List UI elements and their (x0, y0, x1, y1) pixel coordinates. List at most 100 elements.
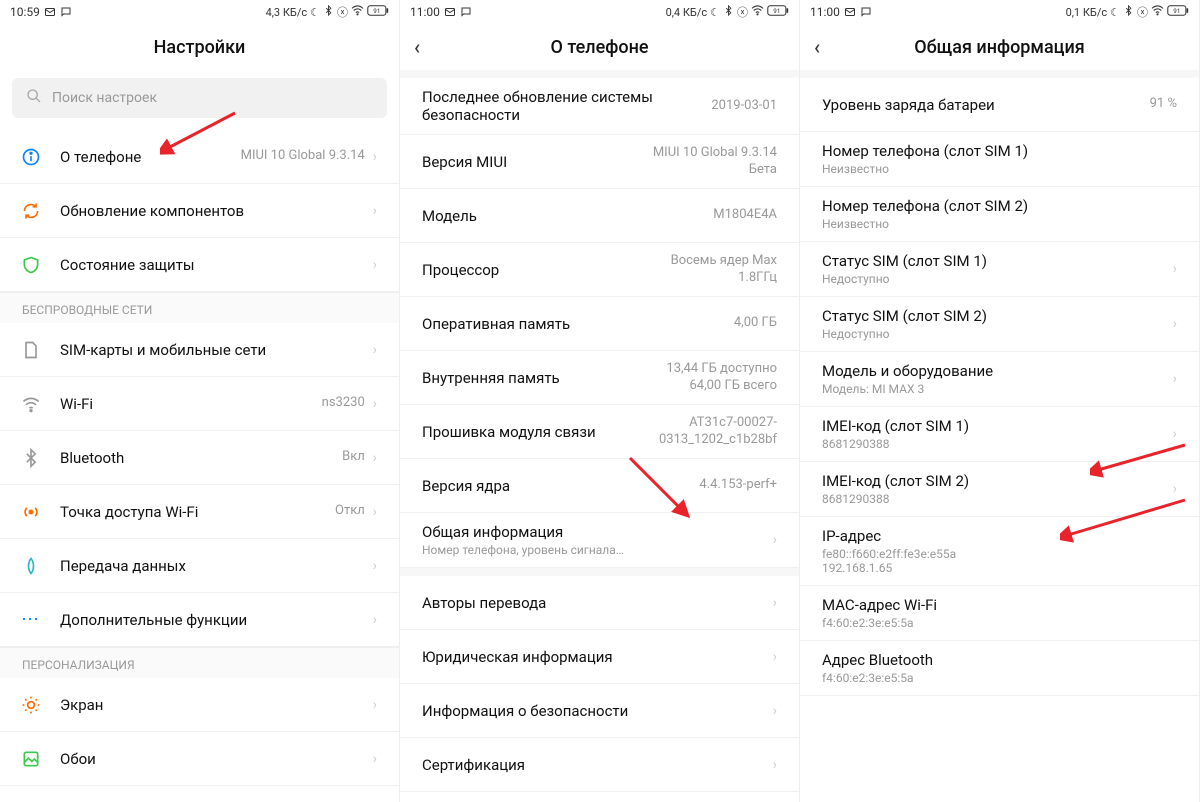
list-row[interactable]: Уровень заряда батареи91 % (800, 78, 1199, 132)
list-row[interactable]: Последнее обновление системы безопасност… (400, 78, 799, 135)
status-bar: 11:00 0,1 КБ/с ☾ ⓧ 91 (800, 0, 1199, 24)
search-input[interactable]: Поиск настроек (12, 78, 387, 118)
list-row[interactable]: Прошивка модуля связиAT31c7-00027- 0313_… (400, 405, 799, 459)
row-value: Восемь ядер Мах 1.8ГГц (671, 253, 777, 287)
screen-about: 11:00 0,4 КБ/с ☾ ⓧ 91 ‹ О телефоне После… (400, 0, 800, 802)
mute-icon: ⓧ (1137, 4, 1148, 20)
row-sub: Недоступно (822, 272, 1165, 286)
header: Настройки (0, 24, 399, 70)
row-label: Версия MIUI (422, 153, 653, 171)
list-row[interactable]: Статус SIM (слот SIM 2) Недоступно › (800, 297, 1199, 352)
row-more[interactable]: ⋯ Дополнительные функции › (0, 593, 399, 647)
row-label: IMEI-код (слот SIM 1) (822, 417, 1165, 435)
row-themes[interactable]: Темы › (0, 786, 399, 802)
list-row[interactable]: MAC-адрес Wi-Fi f4:60:e2:3e:e5:5a (800, 586, 1199, 641)
header: ‹ Общая информация (800, 24, 1199, 70)
list-row[interactable]: IMEI-код (слот SIM 1)8681290388› (800, 407, 1199, 462)
msg-icon (860, 6, 872, 18)
list-row[interactable]: Статус SIM (слот SIM 1)Недоступно› (800, 242, 1199, 297)
chevron-right-icon: › (773, 595, 777, 611)
list-row[interactable]: Общая информацияНомер телефона, уровень … (400, 513, 799, 568)
chevron-right-icon: › (1173, 316, 1177, 332)
row-sub: Недоступно (822, 327, 1165, 341)
row-label: Версия ядра (422, 477, 699, 495)
list-row[interactable]: Адрес Bluetoothf4:60:e2:3e:e5:5a (800, 641, 1199, 696)
row-sub: f4:60:e2:3e:e5:5a (822, 616, 1177, 630)
row-value: 4,00 ГБ (734, 315, 777, 332)
screen-general-info: 11:00 0,1 КБ/с ☾ ⓧ 91 ‹ Общая информация… (800, 0, 1200, 802)
status-rate: 4,3 КБ/с (266, 6, 308, 19)
row-label: MAC-адрес Wi-Fi (822, 596, 1177, 614)
list-row[interactable]: Версия MIUIMIUI 10 Global 9.3.14 Бета (400, 135, 799, 189)
msg-icon (460, 6, 472, 18)
list-row[interactable]: Версия ядра4.4.153-perf+ (400, 459, 799, 513)
wifi-icon (351, 4, 364, 20)
screen-settings: 10:59 4,3 КБ/с ☾ ⓧ 91 Настройки Поиск на… (0, 0, 400, 802)
row-label: Юридическая информация (422, 648, 765, 666)
list-row[interactable]: Информация о безопасности› (400, 684, 799, 738)
chevron-right-icon: › (1173, 481, 1177, 497)
wifi-icon (20, 393, 42, 415)
chevron-right-icon: › (373, 342, 377, 358)
back-button[interactable]: ‹ (814, 35, 820, 59)
chevron-right-icon: › (1173, 261, 1177, 277)
back-button[interactable]: ‹ (414, 35, 420, 59)
list-row[interactable]: Номер телефона (слот SIM 2)Неизвестно (800, 187, 1199, 242)
row-about-phone[interactable]: О телефоне MIUI 10 Global 9.3.14 › (0, 130, 399, 184)
list-row[interactable]: IP-адресfe80::f660:e2ff:fe3e:e55a 192.16… (800, 517, 1199, 586)
battery-icon: 91 (767, 5, 789, 19)
status-time: 11:00 (810, 5, 840, 19)
list-row[interactable]: IMEI-код (слот SIM 2)8681290388› (800, 462, 1199, 517)
chevron-right-icon: › (1173, 426, 1177, 442)
row-bluetooth[interactable]: Bluetooth Вкл › (0, 431, 399, 485)
row-label: Статус SIM (слот SIM 2) (822, 307, 1165, 325)
list-row[interactable]: Сертификация› (400, 738, 799, 792)
row-label: Wi-Fi (60, 395, 322, 413)
bt-icon (1123, 5, 1134, 19)
wifi-icon (1151, 4, 1164, 20)
row-update[interactable]: Обновление компонентов › (0, 184, 399, 238)
row-hotspot[interactable]: Точка доступа Wi-Fi Откл › (0, 485, 399, 539)
list-row[interactable]: ПроцессорВосемь ядер Мах 1.8ГГц (400, 243, 799, 297)
status-rate: 0,4 КБ/с (666, 6, 708, 19)
row-sub: fe80::f660:e2ff:fe3e:e55a 192.168.1.65 (822, 547, 1177, 575)
svg-text:91: 91 (773, 7, 780, 15)
row-wallpaper[interactable]: Обои › (0, 732, 399, 786)
row-label: Точка доступа Wi-Fi (60, 503, 335, 521)
row-sub: Неизвестно (822, 162, 1177, 176)
shield-icon (20, 254, 42, 276)
list-row[interactable]: Авторы перевода› (400, 576, 799, 630)
row-security[interactable]: Состояние защиты › (0, 238, 399, 292)
chevron-right-icon: › (373, 450, 377, 466)
more-icon: ⋯ (20, 609, 42, 631)
search-icon (26, 88, 42, 108)
page-title: Общая информация (914, 37, 1084, 58)
row-value: 2019-03-01 (711, 98, 777, 115)
row-data[interactable]: Передача данных › (0, 539, 399, 593)
row-sim[interactable]: SIM-карты и мобильные сети › (0, 323, 399, 377)
list-row[interactable]: Номер телефона (слот SIM 1)Неизвестно (800, 132, 1199, 187)
row-label: Общая информация (422, 523, 765, 541)
row-display[interactable]: Экран › (0, 678, 399, 732)
row-wifi[interactable]: Wi-Fi ns3230 › (0, 377, 399, 431)
row-sub: f4:60:e2:3e:e5:5a (822, 671, 1177, 685)
row-sub: Модель: MI MAX 3 (822, 382, 1165, 396)
list-row[interactable]: Внутренняя память13,44 ГБ доступно 64,00… (400, 351, 799, 405)
page-title: Настройки (154, 37, 246, 58)
row-label: Модель (422, 207, 713, 225)
row-label: Процессор (422, 261, 671, 279)
row-value: 91 % (1150, 96, 1177, 113)
list-row[interactable]: Юридическая информация› (400, 630, 799, 684)
list-row[interactable]: МодельM1804E4A (400, 189, 799, 243)
battery-icon: 91 (1167, 5, 1189, 19)
row-sub: Неизвестно (822, 217, 1177, 231)
list-row[interactable]: Модель и оборудованиеМодель: MI MAX 3› (800, 352, 1199, 407)
mute-icon: ⓧ (737, 4, 748, 20)
bt-icon (723, 5, 734, 19)
chevron-right-icon: › (373, 149, 377, 165)
row-label: IMEI-код (слот SIM 2) (822, 472, 1165, 490)
row-label: Последнее обновление системы безопасност… (422, 88, 711, 124)
row-label: Сертификация (422, 756, 765, 774)
row-label: Дополнительные функции (60, 611, 365, 629)
list-row[interactable]: Оперативная память4,00 ГБ (400, 297, 799, 351)
